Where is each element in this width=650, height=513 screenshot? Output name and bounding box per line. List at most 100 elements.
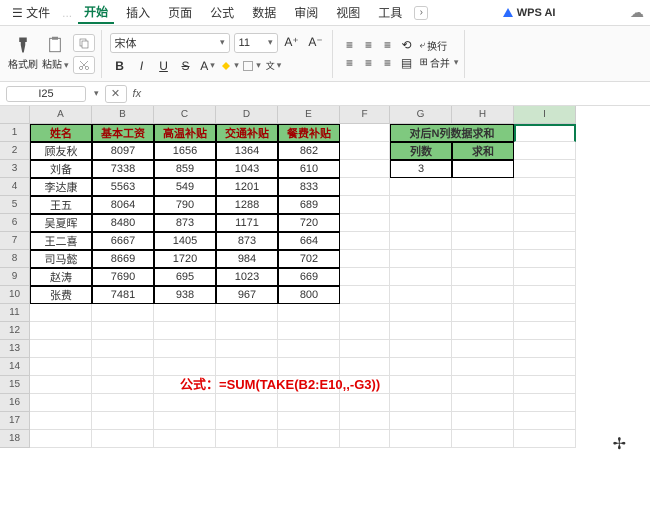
cell-H16[interactable] <box>452 394 514 412</box>
cell-B3[interactable]: 7338 <box>92 160 154 178</box>
cell-E18[interactable] <box>278 430 340 448</box>
cell-G1[interactable]: 对后N列数据求和 <box>390 124 514 142</box>
cell-E3[interactable]: 610 <box>278 160 340 178</box>
menu-view[interactable]: 视图 <box>330 2 366 23</box>
name-box[interactable]: I25 <box>6 86 86 102</box>
cell-C4[interactable]: 549 <box>154 178 216 196</box>
cell-I1[interactable] <box>514 124 576 142</box>
cell-I10[interactable] <box>514 286 576 304</box>
wrap-text-button[interactable]: ⤶ 换行 <box>420 38 459 53</box>
cell-G16[interactable] <box>390 394 452 412</box>
align-top-button[interactable]: ≡ <box>341 37 359 53</box>
cell-H9[interactable] <box>452 268 514 286</box>
cell-B4[interactable]: 5563 <box>92 178 154 196</box>
cell-I15[interactable] <box>514 376 576 394</box>
orientation-button[interactable]: ⟲ <box>398 37 416 53</box>
merge-cells-button[interactable]: ⊞ 合并▾ <box>420 55 459 70</box>
row-header-14[interactable]: 14 <box>0 358 30 376</box>
cell-H4[interactable] <box>452 178 514 196</box>
cell-C18[interactable] <box>154 430 216 448</box>
increase-font-button[interactable]: A⁺ <box>282 33 302 51</box>
cell-G13[interactable] <box>390 340 452 358</box>
font-size-select[interactable]: 11▾ <box>234 33 278 53</box>
cell-C3[interactable]: 859 <box>154 160 216 178</box>
namebox-dropdown[interactable]: ▾ <box>94 88 99 99</box>
cell-H6[interactable] <box>452 214 514 232</box>
cell-B14[interactable] <box>92 358 154 376</box>
cell-B13[interactable] <box>92 340 154 358</box>
cell-B2[interactable]: 8097 <box>92 142 154 160</box>
cell-C8[interactable]: 1720 <box>154 250 216 268</box>
align-bottom-button[interactable]: ≡ <box>379 37 397 53</box>
cell-E11[interactable] <box>278 304 340 322</box>
cell-H18[interactable] <box>452 430 514 448</box>
cell-B11[interactable] <box>92 304 154 322</box>
cell-H13[interactable] <box>452 340 514 358</box>
cell-B17[interactable] <box>92 412 154 430</box>
cell-F13[interactable] <box>340 340 390 358</box>
cell-C1[interactable]: 高温补贴 <box>154 124 216 142</box>
cell-D9[interactable]: 1023 <box>216 268 278 286</box>
copy-button[interactable] <box>73 34 95 52</box>
cell-B6[interactable]: 8480 <box>92 214 154 232</box>
wps-ai-button[interactable]: WPS AI <box>503 7 556 19</box>
cell-A9[interactable]: 赵涛 <box>30 268 92 286</box>
cell-F5[interactable] <box>340 196 390 214</box>
cell-I13[interactable] <box>514 340 576 358</box>
menu-review[interactable]: 审阅 <box>288 2 324 23</box>
cell-G15[interactable] <box>390 376 452 394</box>
col-header-F[interactable]: F <box>340 106 390 124</box>
strike-button[interactable]: S <box>176 57 196 75</box>
cell-B16[interactable] <box>92 394 154 412</box>
col-header-C[interactable]: C <box>154 106 216 124</box>
cell-A13[interactable] <box>30 340 92 358</box>
menu-insert[interactable]: 插入 <box>120 2 156 23</box>
underline-button[interactable]: U <box>154 57 174 75</box>
cell-G7[interactable] <box>390 232 452 250</box>
cell-B10[interactable]: 7481 <box>92 286 154 304</box>
cell-G4[interactable] <box>390 178 452 196</box>
cell-C10[interactable]: 938 <box>154 286 216 304</box>
cell-D12[interactable] <box>216 322 278 340</box>
cell-A11[interactable] <box>30 304 92 322</box>
cell-D17[interactable] <box>216 412 278 430</box>
col-header-D[interactable]: D <box>216 106 278 124</box>
row-header-18[interactable]: 18 <box>0 430 30 448</box>
row-header-1[interactable]: 1 <box>0 124 30 142</box>
cell-F1[interactable] <box>340 124 390 142</box>
cell-I7[interactable] <box>514 232 576 250</box>
cell-I17[interactable] <box>514 412 576 430</box>
cell-E12[interactable] <box>278 322 340 340</box>
row-header-2[interactable]: 2 <box>0 142 30 160</box>
cell-C9[interactable]: 695 <box>154 268 216 286</box>
row-header-8[interactable]: 8 <box>0 250 30 268</box>
menu-data[interactable]: 数据 <box>246 2 282 23</box>
cell-F2[interactable] <box>340 142 390 160</box>
menu-formula[interactable]: 公式 <box>204 2 240 23</box>
cell-A3[interactable]: 刘备 <box>30 160 92 178</box>
cell-D5[interactable]: 1288 <box>216 196 278 214</box>
cell-A1[interactable]: 姓名 <box>30 124 92 142</box>
cell-A5[interactable]: 王五 <box>30 196 92 214</box>
cell-E9[interactable]: 669 <box>278 268 340 286</box>
formula-input[interactable] <box>147 88 644 100</box>
cell-A15[interactable] <box>30 376 92 394</box>
col-header-H[interactable]: H <box>452 106 514 124</box>
cell-E16[interactable] <box>278 394 340 412</box>
menu-tools[interactable]: 工具 <box>372 2 408 23</box>
fill-color-button[interactable]: ▾ <box>220 57 240 75</box>
decrease-font-button[interactable]: A⁻ <box>306 33 326 51</box>
cell-C6[interactable]: 873 <box>154 214 216 232</box>
cell-C17[interactable] <box>154 412 216 430</box>
cell-H10[interactable] <box>452 286 514 304</box>
cell-E8[interactable]: 702 <box>278 250 340 268</box>
cell-I6[interactable] <box>514 214 576 232</box>
spreadsheet-grid[interactable]: ABCDEFGHI1姓名基本工资高温补贴交通补贴餐费补贴对后N列数据求和2顾友秋… <box>0 106 650 448</box>
cell-G5[interactable] <box>390 196 452 214</box>
cell-H15[interactable] <box>452 376 514 394</box>
cell-B9[interactable]: 7690 <box>92 268 154 286</box>
cell-H12[interactable] <box>452 322 514 340</box>
cell-I3[interactable] <box>514 160 576 178</box>
cell-G2[interactable]: 列数 <box>390 142 452 160</box>
menu-more-button[interactable]: › <box>414 6 428 20</box>
